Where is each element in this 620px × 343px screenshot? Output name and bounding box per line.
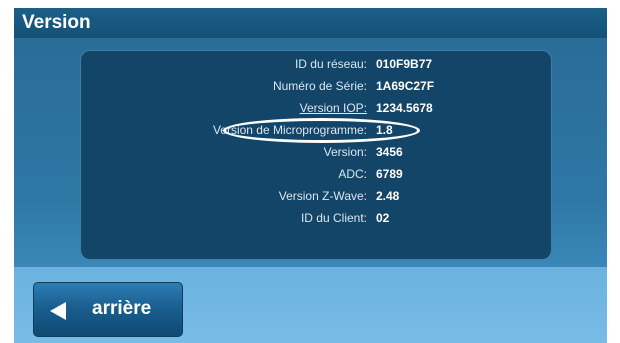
adc-value: 6789 [376,167,403,181]
zwave-version-value: 2.48 [376,189,400,203]
info-row-zwave-version: Version Z-Wave: 2.48 [81,188,551,205]
client-id-label: ID du Client: [300,211,367,225]
adc-label: ADC: [338,167,367,181]
network-id-label: ID du réseau: [294,57,367,71]
version-value: 3456 [376,145,403,159]
iop-version-label: Version IOP: [299,101,367,115]
info-row-iop-version: Version IOP: 1234.5678 [81,100,551,117]
version-screen: Version ID du réseau: 010F9B77 Numéro de… [0,0,620,343]
serial-number-value: 1A69C27F [376,79,435,93]
info-row-adc: ADC: 6789 [81,166,551,183]
info-row-serial-number: Numéro de Série: 1A69C27F [81,78,551,95]
info-row-client-id: ID du Client: 02 [81,210,551,227]
back-button-label: arrière [92,298,152,319]
footer-bar: arrière [14,267,607,343]
info-row-version: Version: 3456 [81,144,551,161]
version-info-panel: ID du réseau: 010F9B77 Numéro de Série: … [80,50,552,260]
back-button[interactable]: arrière [33,282,183,337]
iop-version-value: 1234.5678 [376,101,433,115]
serial-number-label: Numéro de Série: [272,79,367,93]
triangle-left-icon [50,302,66,320]
version-label: Version: [323,145,367,159]
network-id-value: 010F9B77 [376,57,433,71]
content-area: ID du réseau: 010F9B77 Numéro de Série: … [14,38,607,267]
info-row-network-id: ID du réseau: 010F9B77 [81,56,551,73]
zwave-version-label: Version Z-Wave: [278,189,367,203]
firmware-highlight-ellipse [223,118,420,143]
title-bar: Version [14,8,607,38]
page-title: Version [22,12,91,33]
client-id-value: 02 [376,211,390,225]
